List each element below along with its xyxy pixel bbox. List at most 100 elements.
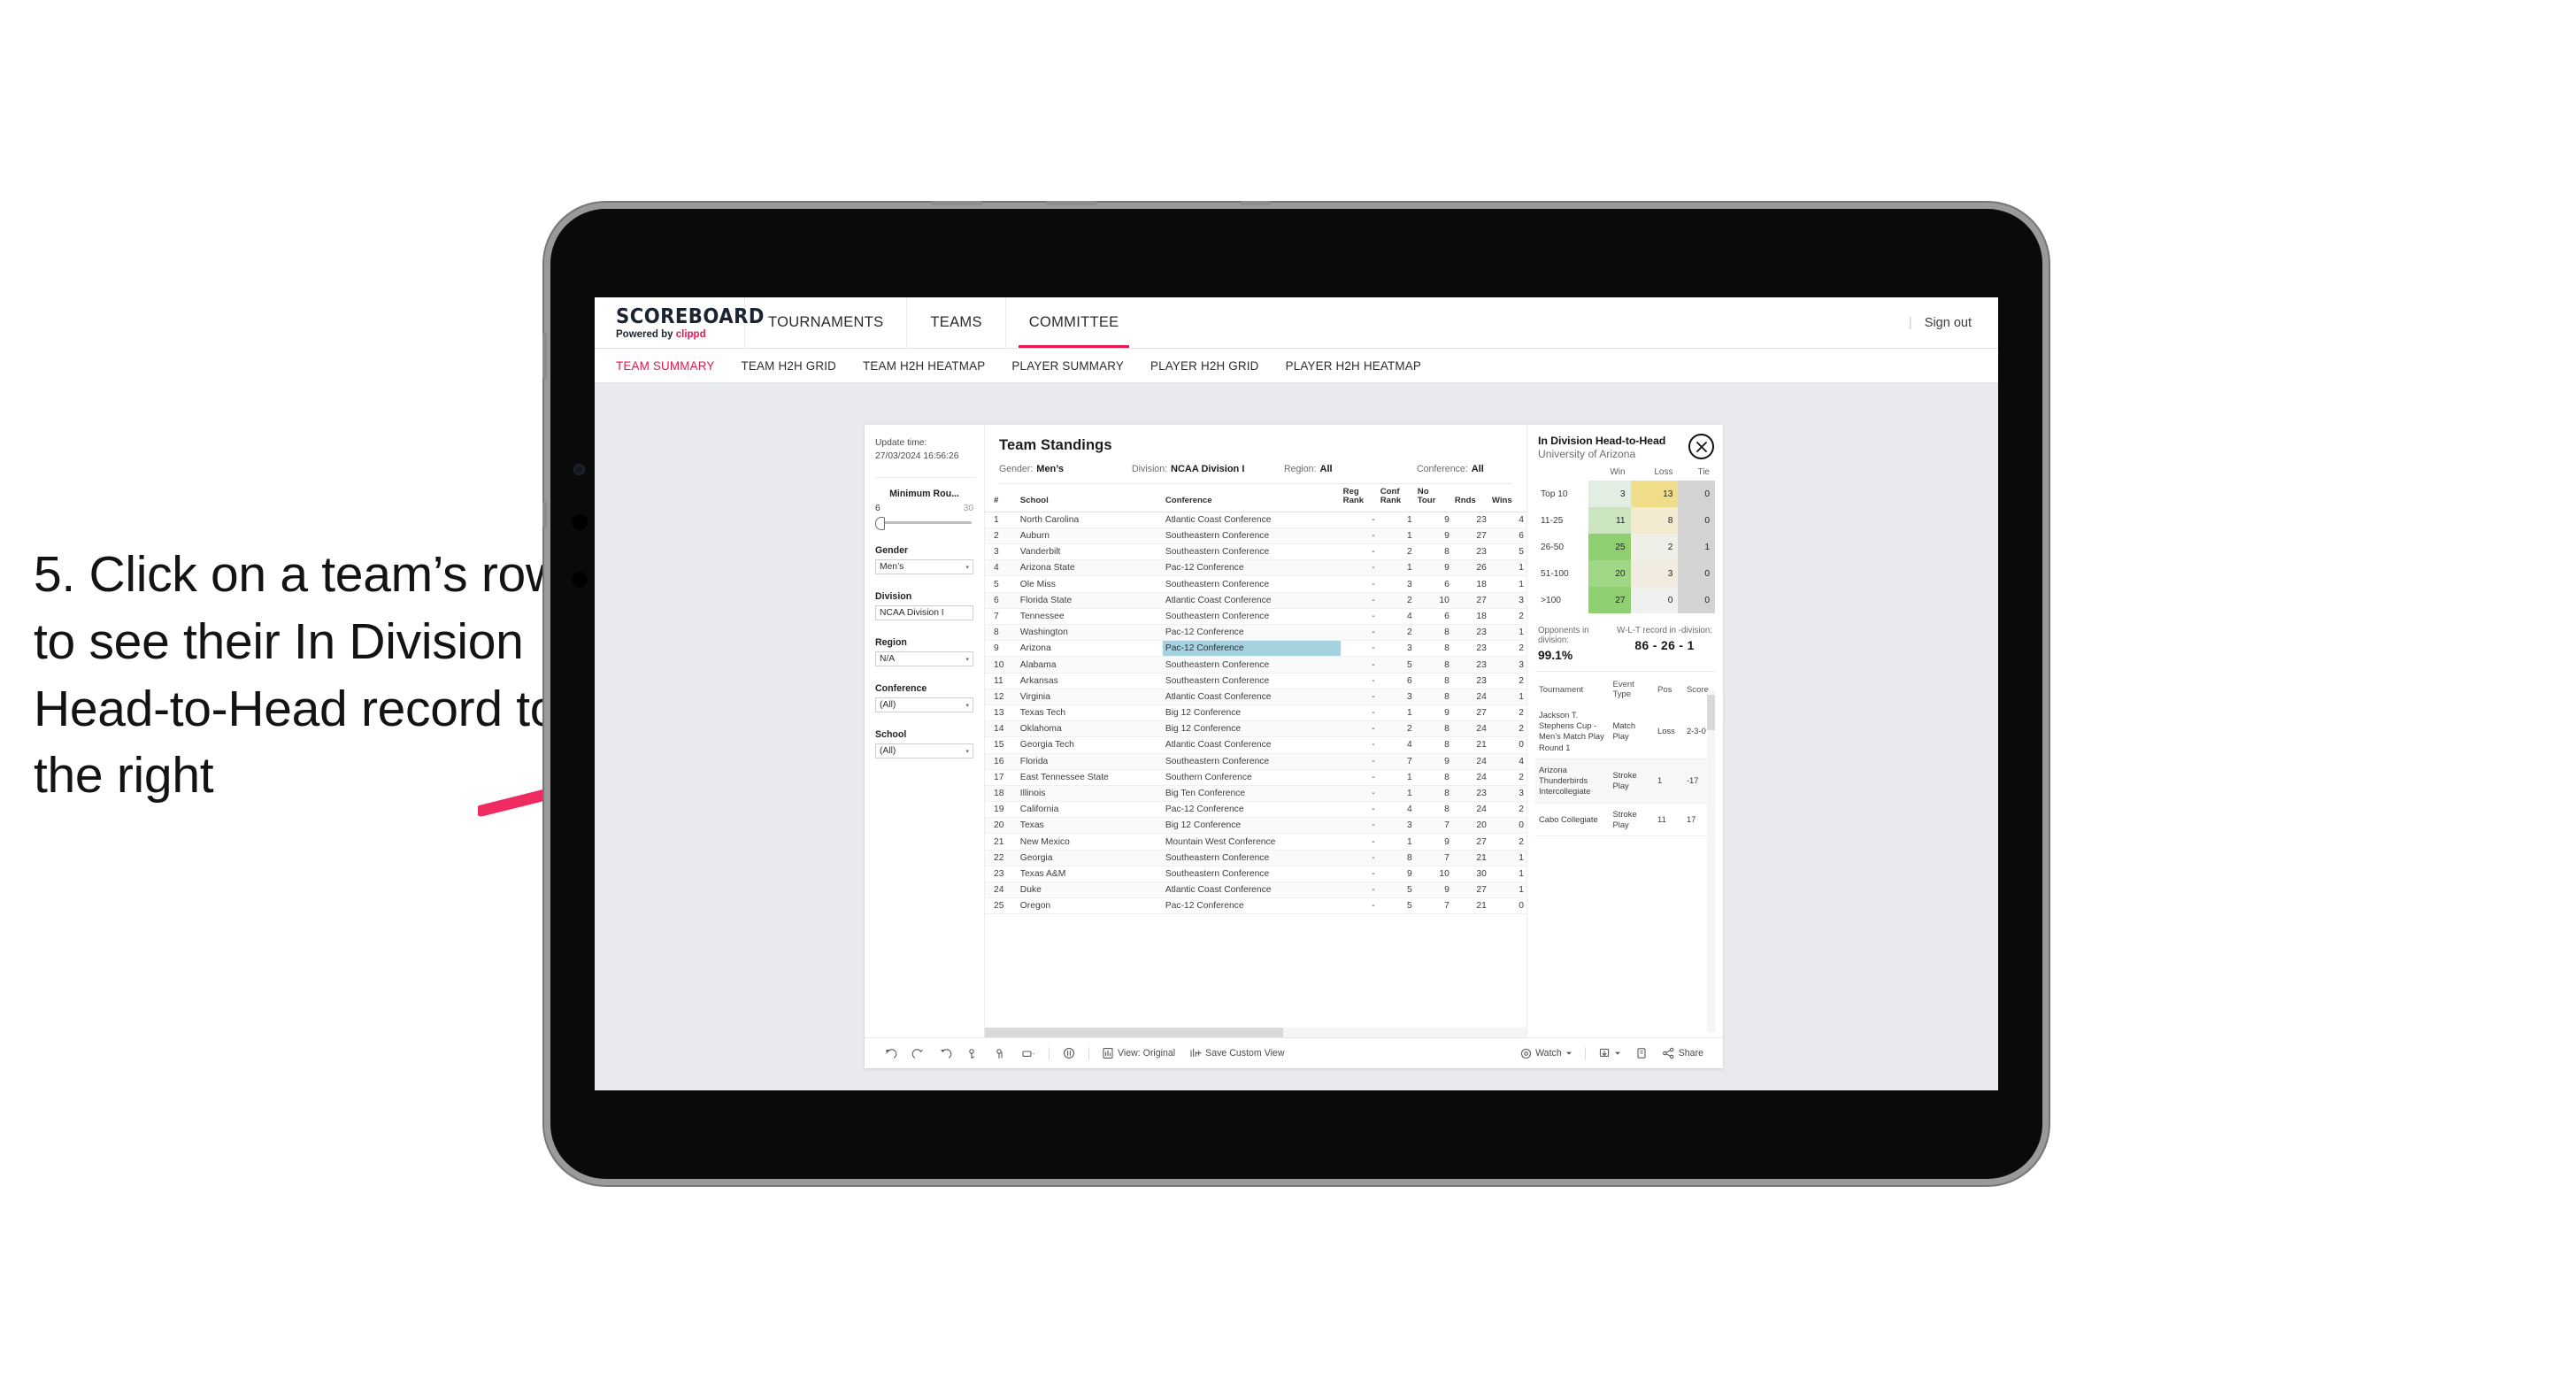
nav-item-tournaments[interactable]: TOURNAMENTS [745, 297, 906, 348]
col-wins[interactable]: Wins [1488, 484, 1526, 512]
col-event-type[interactable]: Event Type [1610, 676, 1655, 705]
device-layout-icon[interactable] [1014, 1038, 1043, 1068]
h2h-cell[interactable]: 8 [1630, 507, 1679, 534]
h2h-cell[interactable]: 1 [1678, 534, 1715, 560]
download-button[interactable] [1591, 1038, 1628, 1068]
table-row[interactable]: 10 Alabama Southeastern Conference -5 8 23 3 [985, 656, 1526, 674]
tab-player-h2h-grid[interactable]: PLAYER H2H GRID [1150, 359, 1259, 373]
h2h-cell[interactable]: 13 [1630, 481, 1679, 507]
table-row[interactable]: 15 Georgia Tech Atlantic Coast Conference -… [985, 736, 1526, 754]
table-row[interactable]: 6 Florida State Atlantic Coast Conference -… [985, 592, 1526, 609]
sign-out-link[interactable]: Sign out [1925, 316, 1972, 330]
col-no-tour[interactable]: No Tour [1414, 484, 1452, 512]
cell-conf-rank: 9 [1377, 866, 1415, 883]
summary-gender-label: Gender: [999, 464, 1034, 474]
team-standings-section: Team Standings Gender: Men’s Division: N… [985, 425, 1526, 1037]
gender-select[interactable]: Men’s ▾ [875, 559, 973, 575]
h2h-cell[interactable]: 0 [1678, 560, 1715, 587]
table-row[interactable]: 19 California Pac-12 Conference -4 8 24 2 [985, 801, 1526, 819]
save-custom-view-button[interactable]: Save Custom View [1182, 1038, 1291, 1068]
table-row[interactable]: 22 Georgia Southeastern Conference -8 7 21 1 [985, 850, 1526, 866]
watch-button[interactable]: Watch [1513, 1038, 1580, 1068]
h2h-cell[interactable]: 27 [1588, 587, 1631, 613]
tournament-row[interactable]: Cabo Collegiate Stroke Play 11 17 [1535, 803, 1715, 836]
school-select[interactable]: (All) ▾ [875, 743, 973, 759]
refresh-icon[interactable] [959, 1038, 987, 1068]
h2h-cell[interactable]: 3 [1588, 481, 1631, 507]
col-rank[interactable]: # [985, 484, 1018, 512]
cell-rnds: 27 [1451, 882, 1489, 899]
col-rnds[interactable]: Rnds [1451, 484, 1489, 512]
table-row[interactable]: 2 Auburn Southeastern Conference -1 9 27 6 [985, 527, 1526, 545]
vertical-scrollbar-track[interactable] [1707, 691, 1715, 1032]
table-row[interactable]: 3 Vanderbilt Southeastern Conference -2 8 23 5 [985, 543, 1526, 561]
table-row[interactable]: 24 Duke Atlantic Coast Conference -5 9 27 1 [985, 882, 1526, 899]
table-row[interactable]: 21 New Mexico Mountain West Conference -1 9 2… [985, 833, 1526, 851]
tournament-row[interactable]: Jackson T. Stephens Cup - Men’s Match Pl… [1535, 705, 1715, 759]
table-row[interactable]: 17 East Tennessee State Southern Conferenc… [985, 769, 1526, 786]
division-select[interactable]: NCAA Division I [875, 605, 973, 621]
table-row[interactable]: 12 Virginia Atlantic Coast Conference -3 8 24… [985, 689, 1526, 705]
col-reg-rank[interactable]: Reg Rank [1340, 484, 1378, 512]
table-row[interactable]: 8 Washington Pac-12 Conference -2 8 23 1 [985, 624, 1526, 642]
cell-rank: 17 [985, 769, 1018, 786]
pause-auto-update-icon[interactable] [1055, 1038, 1083, 1068]
app-logo[interactable]: SCOREBOARD Powered by clippd [595, 305, 764, 340]
share-button[interactable]: Share [1655, 1038, 1711, 1068]
table-row[interactable]: 9 Arizona Pac-12 Conference -3 8 23 2 [985, 640, 1526, 658]
nav-item-committee[interactable]: COMMITTEE [1006, 297, 1142, 348]
h2h-cell[interactable]: 25 [1588, 534, 1631, 560]
table-row[interactable]: 14 Oklahoma Big 12 Conference -2 8 24 2 [985, 720, 1526, 738]
conference-select[interactable]: (All) ▾ [875, 697, 973, 713]
horizontal-scrollbar[interactable] [985, 1028, 1526, 1037]
cell-event-type: Stroke Play [1609, 803, 1655, 836]
table-row[interactable]: 11 Arkansas Southeastern Conference -6 8 23 2 [985, 673, 1526, 689]
h2h-cell[interactable]: 20 [1588, 560, 1631, 587]
table-row[interactable]: 18 Illinois Big Ten Conference -1 8 23 3 [985, 785, 1526, 803]
undo-icon[interactable] [877, 1038, 904, 1068]
revert-icon[interactable] [932, 1038, 959, 1068]
cell-conference: Atlantic Coast Conference [1162, 592, 1341, 609]
h2h-cell[interactable]: 0 [1678, 507, 1715, 534]
slider-knob[interactable] [875, 517, 885, 531]
h2h-row: Top 10 3 13 0 [1535, 481, 1715, 507]
h2h-cell[interactable]: 3 [1630, 560, 1679, 587]
standings-table-wrapper[interactable]: # School Conference Reg Rank Conf Rank No T… [985, 484, 1526, 1037]
vertical-scrollbar-thumb[interactable] [1707, 695, 1715, 730]
fullscreen-icon[interactable] [1628, 1038, 1655, 1068]
view-original-button[interactable]: View: Original [1095, 1038, 1182, 1068]
col-tournament[interactable]: Tournament [1535, 676, 1610, 705]
table-row[interactable]: 5 Ole Miss Southeastern Conference -3 6 18 1 [985, 575, 1526, 593]
close-icon[interactable] [1688, 434, 1714, 459]
h2h-cell[interactable]: 0 [1630, 587, 1679, 613]
h2h-cell[interactable]: 0 [1678, 481, 1715, 507]
horizontal-scrollbar-thumb[interactable] [985, 1028, 1283, 1037]
col-school[interactable]: School [1017, 484, 1163, 512]
tab-team-h2h-heatmap[interactable]: TEAM H2H HEATMAP [863, 359, 985, 373]
pause-icon[interactable] [987, 1038, 1014, 1068]
h2h-cell[interactable]: 2 [1630, 534, 1679, 560]
nav-item-teams[interactable]: TEAMS [907, 297, 1004, 348]
tab-team-h2h-grid[interactable]: TEAM H2H GRID [742, 359, 837, 373]
h2h-col-loss: Loss [1654, 467, 1673, 477]
tab-player-h2h-heatmap[interactable]: PLAYER H2H HEATMAP [1286, 359, 1421, 373]
tab-team-summary[interactable]: TEAM SUMMARY [616, 359, 715, 373]
col-conf-rank[interactable]: Conf Rank [1377, 484, 1415, 512]
region-select[interactable]: N/A ▾ [875, 651, 973, 667]
table-row[interactable]: 20 Texas Big 12 Conference -3 7 20 0 [985, 817, 1526, 835]
table-row[interactable]: 7 Tennessee Southeastern Conference -4 6 18 2 [985, 608, 1526, 626]
table-row[interactable]: 23 Texas A&M Southeastern Conference -9 10 30… [985, 866, 1526, 883]
col-conference[interactable]: Conference [1162, 484, 1341, 512]
col-pos[interactable]: Pos [1654, 676, 1683, 705]
redo-icon[interactable] [904, 1038, 932, 1068]
minimum-rounds-slider[interactable] [875, 516, 973, 531]
table-row[interactable]: 13 Texas Tech Big 12 Conference -1 9 27 2 [985, 705, 1526, 722]
table-row[interactable]: 25 Oregon Pac-12 Conference -5 7 21 0 [985, 897, 1526, 915]
tournament-row[interactable]: Arizona Thunderbirds Intercollegiate Stro… [1535, 758, 1715, 804]
h2h-cell[interactable]: 0 [1678, 587, 1715, 613]
h2h-cell[interactable]: 11 [1588, 507, 1631, 534]
tab-player-summary[interactable]: PLAYER SUMMARY [1011, 359, 1124, 373]
table-row[interactable]: 1 North Carolina Atlantic Coast Conference… [985, 512, 1526, 528]
table-row[interactable]: 16 Florida Southeastern Conference -7 9 24 4 [985, 753, 1526, 770]
table-row[interactable]: 4 Arizona State Pac-12 Conference -1 9 26 1 [985, 559, 1526, 577]
